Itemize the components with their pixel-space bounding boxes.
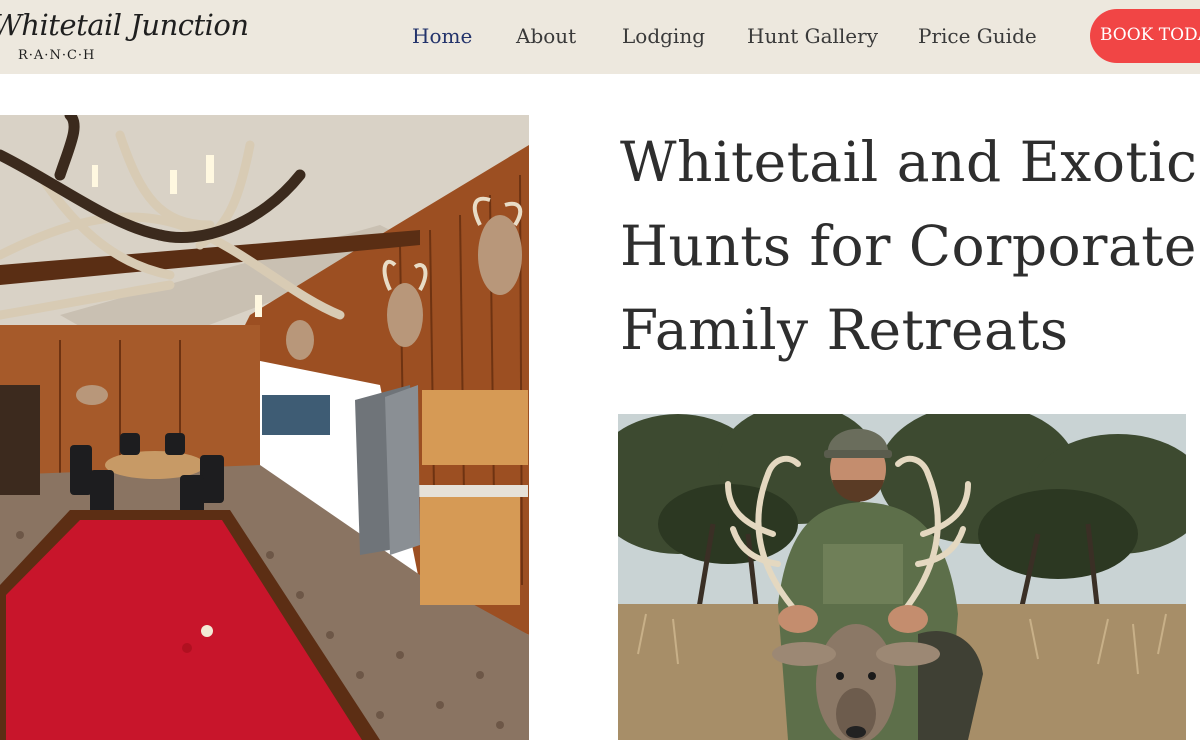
main-nav: Home About Lodging Hunt Gallery Price Gu…: [0, 0, 1200, 74]
nav-item-price-guide[interactable]: Price Guide: [918, 24, 1037, 48]
hero-title-line-2: Hunts for Corporate: [620, 214, 1197, 278]
hero-title-line-3: Family Retreats: [620, 298, 1069, 362]
nav-item-about[interactable]: About: [516, 24, 576, 48]
lodge-game-room-photo: [0, 115, 529, 740]
nav-item-hunt-gallery[interactable]: Hunt Gallery: [747, 24, 878, 48]
hero-title: Whitetail and Exotic Hunts for Corporate…: [620, 120, 1200, 372]
hero-title-line-1: Whitetail and Exotic: [620, 130, 1198, 194]
nav-item-home[interactable]: Home: [412, 24, 472, 48]
hunter-with-whitetail-buck-photo: [618, 414, 1186, 740]
book-today-button[interactable]: BOOK TODAY: [1090, 9, 1200, 63]
site-header: Whitetail Junction R·A·N·C·H Home About …: [0, 0, 1200, 74]
nav-item-lodging[interactable]: Lodging: [622, 24, 705, 48]
